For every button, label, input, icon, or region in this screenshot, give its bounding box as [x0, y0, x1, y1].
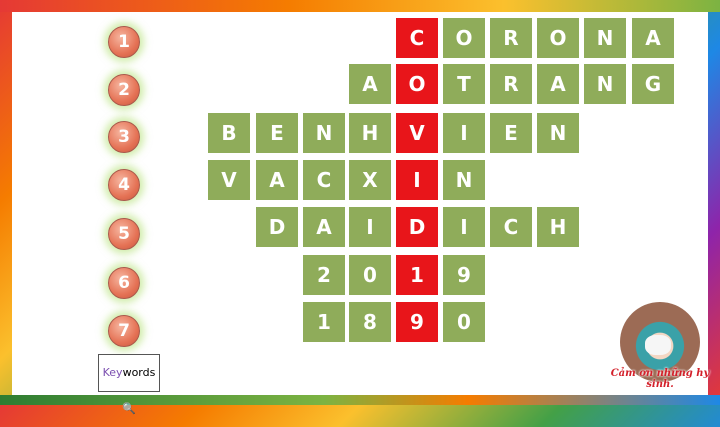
- clue-number-1[interactable]: 1: [108, 26, 140, 58]
- clue-number-6[interactable]: 6: [108, 267, 140, 299]
- letter-cell: R: [490, 18, 532, 58]
- letter-cell: A: [537, 64, 579, 104]
- keywords-button[interactable]: Keywords 🔍: [98, 354, 160, 415]
- letter-cell: I: [349, 207, 391, 247]
- letter-cell: C: [303, 160, 345, 200]
- letter-cell: H: [537, 207, 579, 247]
- letter-cell: R: [490, 64, 532, 104]
- letter-cell: T: [443, 64, 485, 104]
- letter-cell: N: [303, 113, 345, 153]
- letter-cell: O: [537, 18, 579, 58]
- letter-cell: A: [349, 64, 391, 104]
- letter-cell: N: [584, 18, 626, 58]
- letter-cell: N: [584, 64, 626, 104]
- letter-cell: 0: [349, 255, 391, 295]
- face-mask-graphic: [645, 335, 671, 355]
- keywords-prefix: Key: [102, 366, 123, 379]
- letter-cell: 1: [303, 302, 345, 342]
- clue-number-2[interactable]: 2: [108, 74, 140, 106]
- key-letter-cell: V: [396, 113, 438, 153]
- clue-number-3[interactable]: 3: [108, 121, 140, 153]
- letter-cell: 8: [349, 302, 391, 342]
- decorative-bottom-border: [0, 395, 720, 405]
- key-letter-cell: D: [396, 207, 438, 247]
- key-letter-cell: 1: [396, 255, 438, 295]
- letter-cell: G: [632, 64, 674, 104]
- decorative-top-border: [0, 0, 720, 12]
- letter-cell: C: [490, 207, 532, 247]
- letter-cell: 2: [303, 255, 345, 295]
- letter-cell: A: [303, 207, 345, 247]
- letter-cell: N: [443, 160, 485, 200]
- letter-cell: V: [208, 160, 250, 200]
- clue-number-5[interactable]: 5: [108, 218, 140, 250]
- letter-cell: B: [208, 113, 250, 153]
- keywords-suffix: words: [122, 366, 156, 379]
- letter-cell: E: [490, 113, 532, 153]
- letter-cell: N: [537, 113, 579, 153]
- letter-cell: 9: [443, 255, 485, 295]
- letter-cell: E: [256, 113, 298, 153]
- clue-number-4[interactable]: 4: [108, 169, 140, 201]
- key-letter-cell: O: [396, 64, 438, 104]
- letter-cell: I: [443, 207, 485, 247]
- letter-cell: X: [349, 160, 391, 200]
- key-letter-cell: I: [396, 160, 438, 200]
- clue-number-7[interactable]: 7: [108, 315, 140, 347]
- key-letter-cell: 9: [396, 302, 438, 342]
- magnifier-icon: 🔍: [122, 402, 136, 415]
- letter-cell: H: [349, 113, 391, 153]
- letter-cell: A: [256, 160, 298, 200]
- thanks-caption: Cảm ơn những hy sinh.: [610, 368, 710, 390]
- letter-cell: I: [443, 113, 485, 153]
- key-letter-cell: C: [396, 18, 438, 58]
- letter-cell: A: [632, 18, 674, 58]
- letter-cell: D: [256, 207, 298, 247]
- letter-cell: 0: [443, 302, 485, 342]
- letter-cell: O: [443, 18, 485, 58]
